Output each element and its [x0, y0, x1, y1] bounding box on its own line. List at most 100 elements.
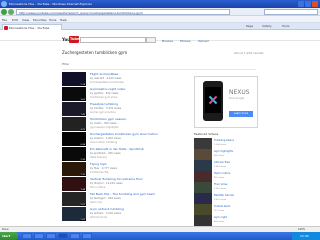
suggested-title[interactable]: Floor show: [214, 183, 227, 186]
suggested-title[interactable]: Team routine: [214, 172, 230, 175]
tab-youtube[interactable]: Mocreations Hoe - YouTube: [2, 24, 62, 30]
close-button[interactable]: [312, 1, 318, 7]
video-thumbnail[interactable]: 1:45: [62, 102, 86, 116]
browse-link[interactable]: Browse: [162, 39, 173, 43]
ad-title: NEXUS: [229, 89, 250, 96]
suggested-title[interactable]: Tumbling basics: [214, 139, 234, 142]
video-thumbnail[interactable]: 2:33: [62, 147, 86, 161]
video-thumbnail[interactable]: 4:20: [62, 117, 86, 131]
suggested-thumbnail[interactable]: [194, 138, 212, 149]
suggested-thumbnail[interactable]: [194, 171, 212, 182]
video-meta: by tumbler · 5,431 views: [90, 107, 122, 110]
video-thumbnail[interactable]: 2:05: [62, 207, 86, 221]
menu-tools[interactable]: Tools: [49, 18, 56, 22]
maximize-button[interactable]: [305, 1, 311, 7]
forward-icon[interactable]: [8, 9, 14, 15]
page-menu[interactable]: Page: [246, 24, 253, 28]
suggested-meta: 711 views: [214, 210, 225, 212]
video-title-link[interactable]: Freestyle tumbling: [90, 102, 118, 106]
taskbar-app[interactable]: [70, 233, 80, 239]
start-button[interactable]: start: [0, 232, 18, 240]
taskbar: start 12:40: [0, 232, 320, 240]
video-description: floor routine: [90, 186, 106, 189]
status-text: Done: [2, 228, 9, 231]
suggested-title[interactable]: Airtrack flips: [214, 161, 230, 164]
suggested-thumbnail[interactable]: [194, 193, 212, 204]
browser-window: Mocreations Hoe - YouTube - Windows Inte…: [0, 0, 320, 240]
youtube-favicon-icon: [4, 26, 8, 30]
video-meta: by teamgym · 644 views: [90, 197, 121, 200]
tools-menu[interactable]: Tools: [282, 24, 289, 28]
ad-subtitle: Pure Google: [229, 97, 245, 100]
taskbar-app[interactable]: [82, 233, 92, 239]
video-title-link[interactable]: Fall Back Mix - The tumbling and gym tea…: [90, 192, 155, 196]
video-meta: by slowmo · 1,902 views: [90, 137, 121, 140]
video-thumbnail[interactable]: 1:10: [62, 162, 86, 176]
browser-search-input[interactable]: [264, 9, 318, 15]
menu-view[interactable]: View: [22, 18, 29, 22]
youtube-search-input[interactable]: [80, 37, 146, 43]
video-thumbnail[interactable]: 3:48: [62, 177, 86, 191]
suggested-title[interactable]: Backflip tutorial: [214, 194, 234, 197]
suggested-meta: 9,001 views: [214, 199, 227, 201]
menu-help[interactable]: Help: [60, 18, 67, 22]
video-thumbnail[interactable]: 2:14: [62, 72, 86, 86]
video-description: airtrack tricks: [90, 216, 108, 219]
menu-bar: File Edit View Favorites Tools Help: [0, 16, 320, 23]
video-meta: by sportklub · 450 views: [90, 152, 121, 155]
zoom-level[interactable]: 100%: [298, 228, 305, 231]
video-duration: 0:58: [79, 144, 86, 146]
video-thumbnail[interactable]: 3:02: [62, 87, 86, 101]
ad-learn-more-button[interactable]: Learn more: [229, 111, 253, 117]
upload-link[interactable]: Upload: [198, 39, 209, 43]
menu-edit[interactable]: Edit: [12, 18, 18, 22]
video-title-link[interactable]: Tumblicken gym session: [90, 117, 126, 121]
suggested-title[interactable]: Gym highlights: [214, 150, 233, 153]
video-thumbnail[interactable]: 0:58: [62, 132, 86, 146]
video-description: Halle training: [90, 156, 107, 159]
video-title-link[interactable]: Ein Kabinett in der Halle - Sportklub: [90, 147, 144, 151]
video-duration: 3:48: [79, 189, 86, 191]
taskbar-app[interactable]: [46, 233, 56, 239]
video-description: slow motion tumbling: [90, 141, 118, 144]
suggested-thumbnail[interactable]: [194, 149, 212, 160]
suggested-title[interactable]: Tumble team: [214, 205, 230, 208]
results-divider: [62, 69, 256, 70]
movies-link[interactable]: Movies: [180, 39, 190, 43]
video-title-link[interactable]: Gym airtrack tumbling: [90, 207, 124, 211]
menu-favorites[interactable]: Favorites: [33, 18, 47, 22]
suggested-meta: 1,204 views: [214, 144, 227, 146]
suggested-thumbnail[interactable]: [194, 204, 212, 215]
video-meta: by gymfan · 812 views: [90, 92, 119, 95]
minimize-button[interactable]: [298, 1, 304, 7]
video-thumbnail[interactable]: 5:01: [62, 192, 86, 206]
video-title-link[interactable]: Vertical Tumbling fun extreme floor: [90, 177, 143, 181]
taskbar-app-active[interactable]: [58, 233, 68, 239]
search-icon[interactable]: [146, 37, 156, 43]
video-meta: by flyer · 2,777 views: [90, 167, 117, 170]
video-title-link[interactable]: Flying high: [90, 162, 106, 166]
video-meta: by clubtv · 309 views: [90, 122, 117, 125]
filter-button[interactable]: Filter: [62, 62, 69, 66]
back-icon[interactable]: [1, 9, 7, 15]
suggested-thumbnail[interactable]: [194, 160, 212, 171]
suggested-meta: 832 views: [214, 155, 225, 157]
suggested-title[interactable]: Gym night: [214, 216, 227, 219]
suggested-thumbnail[interactable]: [194, 215, 212, 226]
suggested-thumbnail[interactable]: [194, 182, 212, 193]
safety-menu[interactable]: Safety: [262, 24, 272, 28]
video-title-link[interactable]: Gymnastics night video: [90, 87, 125, 91]
clock: 12:40: [300, 234, 309, 238]
url-field[interactable]: http://www.youtube.com/results?search_qu…: [16, 9, 230, 15]
video-title-link[interactable]: Flight ArcheryBase: [90, 72, 118, 76]
taskbar-app[interactable]: [34, 233, 44, 239]
video-title-link[interactable]: Zuchergesteten tumblicken gym slow motio…: [90, 132, 158, 136]
video-duration: 5:01: [79, 204, 86, 206]
suggested-meta: 3,045 views: [214, 166, 227, 168]
taskbar-app[interactable]: [22, 233, 32, 239]
menu-file[interactable]: File: [2, 18, 7, 22]
nexus-ad[interactable]: NEXUS Pure Google Learn more: [194, 76, 258, 128]
address-bar: http://www.youtube.com/results?search_qu…: [0, 8, 320, 16]
youtube-header: [0, 31, 320, 41]
suggested-meta: 2,210 views: [214, 188, 227, 190]
